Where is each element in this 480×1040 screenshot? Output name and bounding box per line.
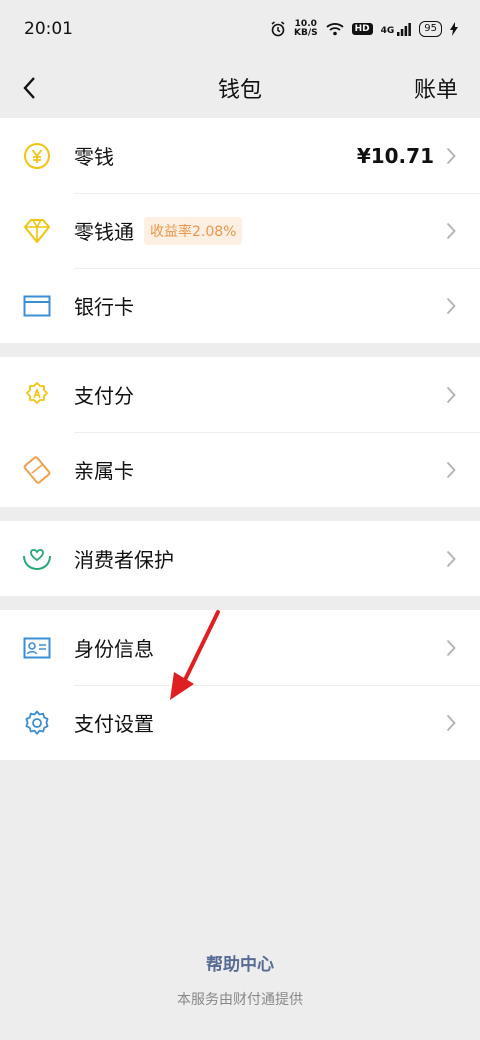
row-label: 银行卡 (74, 295, 134, 319)
consumer-protection-icon (22, 544, 52, 574)
nav-bar: 钱包 账单 (0, 58, 480, 118)
chevron-right-icon (446, 146, 458, 166)
bill-button[interactable]: 账单 (414, 72, 458, 104)
row-label: 身份信息 (74, 637, 154, 661)
chevron-right-icon (446, 549, 458, 569)
wallet-group-protection: 消费者保护 (0, 521, 480, 596)
row-payment-settings[interactable]: 支付设置 (0, 685, 480, 760)
help-center-link[interactable]: 帮助中心 (0, 950, 480, 975)
footer: 帮助中心 本服务由财付通提供 (0, 950, 480, 1009)
id-card-icon (22, 633, 52, 663)
charging-icon (450, 22, 458, 36)
annotation-arrow-icon (170, 610, 220, 700)
yield-badge: 收益率2.08% (144, 216, 243, 245)
chevron-right-icon (446, 713, 458, 733)
battery-indicator: 95 (419, 21, 442, 37)
wallet-group-services: 支付分 亲属卡 (0, 357, 480, 507)
provider-note: 本服务由财付通提供 (177, 992, 303, 1008)
net-speed: 10.0 KB/S (293, 19, 318, 38)
row-label: 零钱通 (74, 220, 134, 244)
yen-coin-icon (22, 141, 52, 171)
row-consumer-protection[interactable]: 消费者保护 (0, 521, 480, 596)
alarm-icon (271, 21, 285, 37)
wallet-group-balance: 零钱 ¥10.71 零钱通 收益率2.08% 银行卡 (0, 118, 480, 343)
chevron-right-icon (446, 221, 458, 241)
row-identity-info[interactable]: 身份信息 (0, 610, 480, 685)
row-pay-score[interactable]: 支付分 (0, 357, 480, 432)
row-family-card[interactable]: 亲属卡 (0, 432, 480, 507)
signal-indicator: 4G (381, 22, 412, 36)
wifi-icon (325, 23, 344, 36)
row-label: 消费者保护 (74, 548, 174, 572)
row-label: 零钱 (74, 145, 114, 169)
row-label: 支付分 (74, 384, 134, 408)
chevron-left-icon (23, 77, 35, 99)
status-time: 20:01 (24, 19, 73, 39)
row-change[interactable]: 零钱 ¥10.71 (0, 118, 480, 193)
row-bank-card[interactable]: 银行卡 (0, 268, 480, 343)
family-card-icon (22, 455, 52, 485)
status-icons: 10.0 KB/S HD 4G 95 (270, 20, 458, 38)
change-balance: ¥10.71 (356, 143, 434, 168)
row-change-plus[interactable]: 零钱通 收益率2.08% (0, 193, 480, 268)
bank-card-icon (22, 291, 52, 321)
page-title: 钱包 (217, 78, 262, 103)
signal-icon (397, 22, 412, 36)
hd-badge: HD (351, 23, 373, 35)
back-button[interactable] (22, 73, 46, 103)
wallet-group-settings: 身份信息 支付设置 (0, 610, 480, 760)
status-bar: 20:01 10.0 KB/S HD 4G 95 (0, 0, 480, 58)
row-label: 亲属卡 (74, 459, 134, 483)
gear-icon (22, 708, 52, 738)
chevron-right-icon (446, 385, 458, 405)
row-label: 支付设置 (74, 712, 154, 736)
diamond-icon (22, 216, 52, 246)
chevron-right-icon (446, 460, 458, 480)
pay-score-icon (22, 380, 52, 410)
chevron-right-icon (446, 296, 458, 316)
chevron-right-icon (446, 638, 458, 658)
